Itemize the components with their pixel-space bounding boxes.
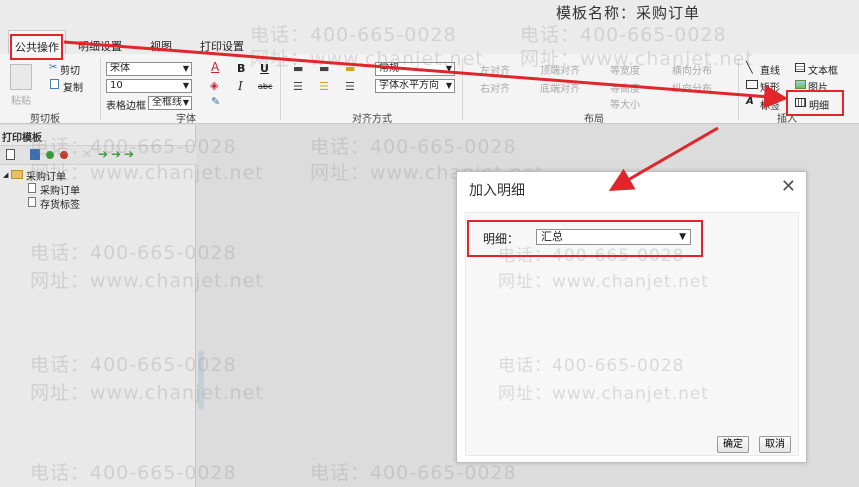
font-group-label: 字体: [176, 114, 196, 125]
align-left-icon[interactable]: ☰: [293, 80, 303, 93]
add-detail-dialog: 加入明细 ✕ 电话：400-665-0028 网址：www.chanjet.ne…: [456, 171, 807, 463]
panel-title: 打印模板: [2, 133, 42, 144]
strikethrough-button[interactable]: abc: [258, 82, 272, 91]
horizontal-distribute-button[interactable]: 横向分布: [672, 62, 712, 77]
layout-group-label: 布局: [584, 114, 604, 125]
textbox-icon: [795, 63, 805, 72]
align-top-left-icon[interactable]: ▬: [293, 62, 303, 75]
table-border-label: 表格边框: [106, 101, 146, 112]
detail-field-label: 明细：: [483, 232, 520, 246]
tab-common-operations[interactable]: 公共操作: [8, 30, 66, 56]
bold-button[interactable]: B: [237, 62, 245, 75]
top-align-button[interactable]: 顶端对齐: [540, 62, 580, 77]
add-icon[interactable]: [46, 151, 54, 159]
insert-line-button[interactable]: 直线: [760, 62, 780, 77]
tree-item-purchase-order[interactable]: 采购订单: [40, 182, 80, 197]
folder-icon: [11, 170, 23, 179]
file-icon: [28, 183, 36, 193]
insert-image-button[interactable]: 图片: [808, 79, 828, 94]
chevron-down-icon: ▼: [182, 98, 189, 107]
save-icon[interactable]: [30, 149, 40, 160]
align-top-center-icon[interactable]: ▬: [319, 62, 329, 75]
align-right-icon[interactable]: ☰: [345, 80, 355, 93]
file-icon: [28, 197, 36, 207]
tab-print-settings[interactable]: 打印设置: [200, 38, 244, 54]
vertical-distribute-button[interactable]: 纵向分布: [672, 80, 712, 95]
tab-detail-settings[interactable]: 明细设置: [78, 38, 122, 54]
same-size-button[interactable]: 等大小: [610, 96, 640, 111]
font-size-select[interactable]: 10 ▼: [106, 79, 192, 93]
chevron-down-icon: ▼: [182, 64, 189, 73]
copy-button[interactable]: 复制: [63, 79, 83, 94]
watermark-site: 网址：www.chanjet.net: [498, 272, 710, 292]
font-color-icon[interactable]: A: [211, 60, 219, 74]
pencil-icon[interactable]: ✎: [211, 95, 220, 108]
arrow-right-icon[interactable]: ➔: [111, 147, 121, 161]
chevron-down-icon: ▼: [445, 64, 452, 73]
same-width-button[interactable]: 等宽度: [610, 62, 640, 77]
chevron-down-icon: ▼: [445, 81, 452, 90]
detail-select[interactable]: 汇总 ▼: [536, 229, 691, 245]
align-top-right-icon[interactable]: ▬: [345, 62, 355, 75]
ok-button[interactable]: 确定: [717, 436, 749, 453]
arrow-right-icon[interactable]: ➔: [124, 147, 134, 161]
cancel-button[interactable]: 取消: [759, 436, 791, 453]
text-direction-select[interactable]: 字体水平方向 ▼: [375, 79, 455, 93]
same-height-button[interactable]: 等高度: [610, 80, 640, 95]
insert-detail-button[interactable]: 明细: [809, 97, 829, 112]
scissors-icon: ✂: [49, 62, 58, 73]
panel-toolbar: ✕ ➔ ➔ ➔: [0, 145, 196, 165]
delete-icon[interactable]: ✕: [82, 147, 92, 161]
watermark-site: 网址：www.chanjet.net: [498, 384, 710, 404]
align-center-icon[interactable]: ☰: [319, 80, 329, 93]
cut-button[interactable]: 剪切: [60, 62, 80, 77]
dialog-title: 加入明细: [469, 183, 525, 199]
tab-view[interactable]: 视图: [150, 38, 172, 54]
template-name: 模板名称：采购订单: [556, 4, 701, 22]
dialog-body: 电话：400-665-0028 网址：www.chanjet.net 电话：40…: [465, 212, 799, 456]
ribbon-tabs: 公共操作 明细设置 视图 打印设置: [0, 30, 859, 56]
title-bar: 模板名称：采购订单: [0, 0, 859, 30]
close-icon[interactable]: ✕: [781, 176, 796, 197]
left-align-button[interactable]: 左对齐: [480, 62, 510, 77]
fill-color-icon[interactable]: ◈: [210, 79, 218, 92]
tree-root[interactable]: 采购订单: [26, 168, 66, 183]
table-border-select[interactable]: 全框线 ▼: [148, 96, 192, 110]
tag-icon: A: [746, 96, 754, 107]
print-template-panel: 打印模板 ✕ ➔ ➔ ➔ ◢ 采购订单 采购订单 存货标签: [0, 125, 196, 487]
copy-icon: [50, 79, 59, 89]
line-icon: ╲: [746, 61, 753, 74]
panel-splitter[interactable]: [198, 350, 204, 410]
insert-textbox-button[interactable]: 文本框: [808, 62, 838, 77]
bottom-align-button[interactable]: 底端对齐: [540, 80, 580, 95]
font-family-select[interactable]: 宋体 ▼: [106, 62, 192, 76]
collapse-icon[interactable]: ◢: [3, 171, 8, 179]
right-align-button[interactable]: 右对齐: [480, 80, 510, 95]
clipboard-group-label: 剪切板: [30, 114, 60, 125]
insert-group-label: 插入: [777, 114, 797, 125]
text-style-select[interactable]: 常规 ▼: [375, 62, 455, 76]
table-icon: [795, 98, 806, 107]
watermark-phone: 电话：400-665-0028: [498, 356, 685, 376]
underline-button[interactable]: U: [260, 62, 269, 75]
remove-icon[interactable]: [60, 151, 68, 159]
arrow-right-icon[interactable]: ➔: [98, 147, 108, 161]
rectangle-icon: [746, 80, 758, 89]
paste-icon[interactable]: [10, 64, 32, 90]
paste-button[interactable]: 粘贴: [11, 92, 31, 107]
tree-item-inventory-label[interactable]: 存货标签: [40, 196, 80, 211]
italic-button[interactable]: I: [238, 79, 243, 93]
alignment-group-label: 对齐方式: [352, 114, 392, 125]
chevron-down-icon: ▼: [182, 81, 189, 90]
image-icon: [795, 80, 806, 89]
insert-rectangle-button[interactable]: 矩形: [760, 79, 780, 94]
chevron-down-icon: ▼: [679, 232, 686, 242]
ribbon: 粘贴 ✂ 剪切 复制 剪切板 宋体 ▼ 10 ▼ 表格边框 全框线 ▼ A B U ◈…: [0, 54, 859, 125]
new-file-icon[interactable]: [6, 149, 15, 160]
watermark-phone: 电话：400-665-0028: [310, 136, 517, 158]
